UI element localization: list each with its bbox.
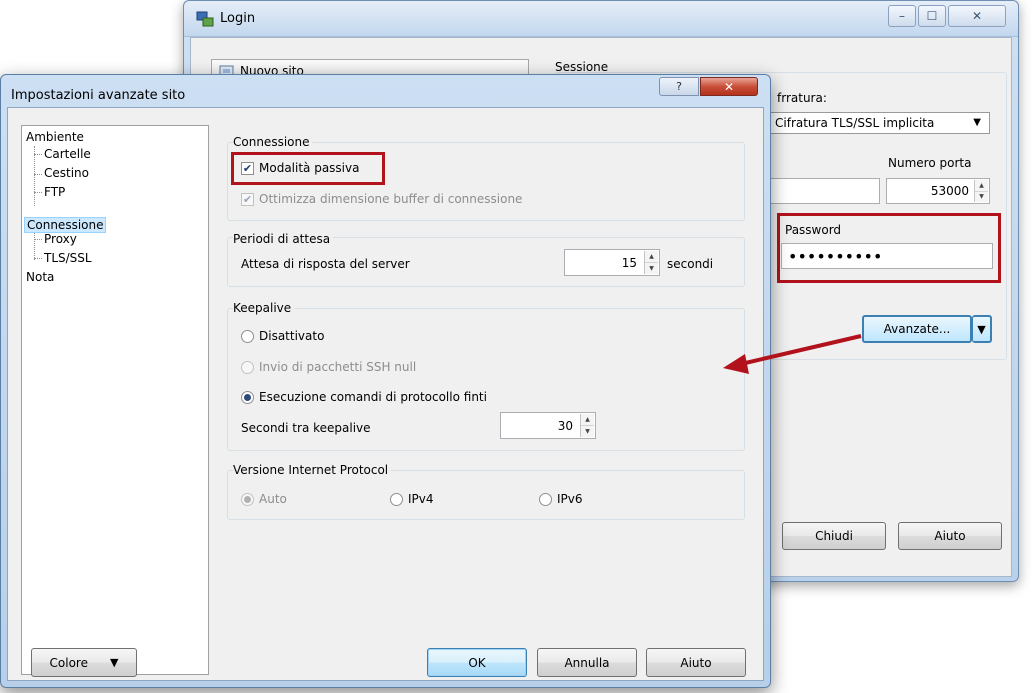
dialog-help-button[interactable]: ? bbox=[659, 77, 699, 96]
minimize-button[interactable]: – bbox=[888, 5, 916, 27]
ipv6-label: IPv6 bbox=[557, 492, 583, 506]
password-mask: •••••••••• bbox=[788, 246, 883, 266]
dialog-help-action-label: Aiuto bbox=[680, 655, 712, 670]
window-close-button[interactable]: ✕ bbox=[948, 5, 1006, 27]
tree-connector bbox=[34, 258, 42, 259]
passive-checkbox[interactable]: ✔ bbox=[241, 162, 254, 175]
chevron-down-icon: ▼ bbox=[973, 117, 981, 128]
tree-item-proxy[interactable]: Proxy bbox=[44, 232, 77, 246]
tree-item-nota[interactable]: Nota bbox=[26, 270, 54, 284]
encryption-value: Cifratura TLS/SSL implicita bbox=[775, 116, 935, 130]
advanced-dropdown-button[interactable]: ▼ bbox=[972, 315, 992, 343]
timeout-value: 15 bbox=[621, 255, 637, 270]
timeout-input[interactable]: 15 ▲ ▼ bbox=[564, 249, 660, 276]
tree-connector bbox=[34, 154, 42, 155]
ok-button[interactable]: OK bbox=[427, 648, 527, 677]
keepalive-group-title: Keepalive bbox=[233, 301, 295, 315]
spin-down-icon[interactable]: ▼ bbox=[581, 426, 594, 437]
port-spinner[interactable]: ▲ ▼ bbox=[974, 180, 988, 202]
ipv4-radio[interactable] bbox=[390, 493, 403, 506]
ipv6-radio[interactable] bbox=[539, 493, 552, 506]
cancel-button[interactable]: Annulla bbox=[537, 648, 637, 677]
keepalive-interval-input[interactable]: 30 ▲ ▼ bbox=[500, 412, 596, 439]
color-button[interactable]: Colore ▼ bbox=[31, 648, 137, 677]
tree-line bbox=[34, 230, 35, 260]
timeout-spinner[interactable]: ▲ ▼ bbox=[644, 251, 658, 274]
timeout-label: Attesa di risposta del server bbox=[241, 257, 410, 271]
connection-group-title: Connessione bbox=[233, 135, 313, 149]
annotation-arrow bbox=[723, 334, 862, 374]
spin-down-icon[interactable]: ▼ bbox=[645, 263, 658, 274]
radio-dot bbox=[244, 394, 251, 401]
dialog-title: Impostazioni avanzate sito bbox=[11, 88, 186, 103]
keepalive-off-label: Disattivato bbox=[259, 329, 325, 343]
dialog-help-action-button[interactable]: Aiuto bbox=[646, 648, 746, 677]
tree-item-cestino[interactable]: Cestino bbox=[44, 166, 89, 180]
password-label: Password bbox=[785, 223, 842, 237]
keepalive-interval-label: Secondi tra keepalive bbox=[241, 421, 371, 435]
tree-item-tls[interactable]: TLS/SSL bbox=[44, 251, 92, 265]
host-input[interactable] bbox=[768, 178, 880, 204]
keepalive-off-radio[interactable] bbox=[241, 330, 254, 343]
help-button-label: Aiuto bbox=[934, 529, 966, 543]
tree-item-cartelle[interactable]: Cartelle bbox=[44, 147, 91, 161]
timeout-unit: secondi bbox=[667, 257, 714, 271]
help-button[interactable]: Aiuto bbox=[898, 522, 1002, 550]
tree-item-ftp[interactable]: FTP bbox=[44, 185, 65, 199]
port-input[interactable]: 53000 ▲ ▼ bbox=[886, 178, 990, 204]
dialog-close-button[interactable]: ✕ bbox=[700, 77, 758, 96]
chevron-down-icon: ▼ bbox=[109, 656, 119, 669]
close-button[interactable]: Chiudi bbox=[782, 522, 886, 550]
keepalive-ssh-label: Invio di pacchetti SSH null bbox=[259, 360, 417, 374]
close-button-label: Chiudi bbox=[815, 529, 853, 543]
advanced-button[interactable]: Avanzate... bbox=[862, 315, 972, 343]
optimize-label: Ottimizza dimensione buffer di connessio… bbox=[259, 192, 523, 206]
close-icon: ✕ bbox=[723, 79, 735, 94]
tree-line bbox=[34, 146, 35, 206]
advanced-button-label: Avanzate... bbox=[883, 322, 951, 336]
tree-item-ambiente[interactable]: Ambiente bbox=[26, 130, 84, 144]
spin-up-icon[interactable]: ▲ bbox=[975, 180, 988, 192]
radio-dot bbox=[244, 496, 251, 503]
optimize-checkbox[interactable]: ✔ bbox=[241, 193, 254, 206]
keepalive-dummy-radio[interactable] bbox=[241, 391, 254, 404]
passive-label: Modalità passiva bbox=[259, 161, 360, 175]
settings-tree[interactable]: Ambiente Cartelle Cestino FTP Connession… bbox=[21, 125, 209, 675]
question-icon: ? bbox=[676, 80, 682, 93]
keepalive-ssh-radio[interactable] bbox=[241, 361, 254, 374]
maximize-button[interactable]: ☐ bbox=[918, 5, 946, 27]
tree-connector bbox=[34, 239, 42, 240]
color-button-label: Colore bbox=[49, 655, 88, 670]
login-titlebar: Login – ☐ ✕ bbox=[184, 1, 1018, 37]
timeouts-group-title: Periodi di attesa bbox=[233, 232, 334, 246]
tree-connector bbox=[34, 192, 42, 193]
spin-up-icon[interactable]: ▲ bbox=[645, 251, 658, 263]
keepalive-interval-value: 30 bbox=[557, 418, 573, 433]
encryption-label: frratura: bbox=[777, 91, 827, 105]
port-value: 53000 bbox=[930, 184, 969, 198]
tree-connector bbox=[34, 174, 42, 175]
tree-item-connessione[interactable]: Connessione bbox=[24, 217, 107, 233]
spin-up-icon[interactable]: ▲ bbox=[581, 414, 594, 426]
port-label: Numero porta bbox=[888, 156, 972, 170]
ip-version-group-title: Versione Internet Protocol bbox=[233, 463, 392, 477]
keepalive-spinner[interactable]: ▲ ▼ bbox=[580, 414, 594, 437]
ipv4-label: IPv4 bbox=[408, 492, 434, 506]
ip-version-group bbox=[227, 470, 745, 520]
login-title: Login bbox=[220, 11, 256, 26]
app-icon bbox=[196, 10, 214, 28]
ok-button-label: OK bbox=[468, 655, 486, 670]
keepalive-dummy-label: Esecuzione comandi di protocollo finti bbox=[259, 390, 487, 404]
cancel-button-label: Annulla bbox=[564, 655, 610, 670]
caret-down-icon: ▼ bbox=[977, 322, 986, 336]
password-input[interactable]: •••••••••• bbox=[781, 243, 993, 269]
spin-down-icon[interactable]: ▼ bbox=[975, 192, 988, 203]
advanced-settings-dialog: Impostazioni avanzate sito ? ✕ Ambiente … bbox=[0, 74, 771, 688]
encryption-select[interactable]: Cifratura TLS/SSL implicita ▼ bbox=[768, 112, 990, 134]
ip-auto-label: Auto bbox=[259, 492, 287, 506]
ip-auto-radio[interactable] bbox=[241, 493, 254, 506]
